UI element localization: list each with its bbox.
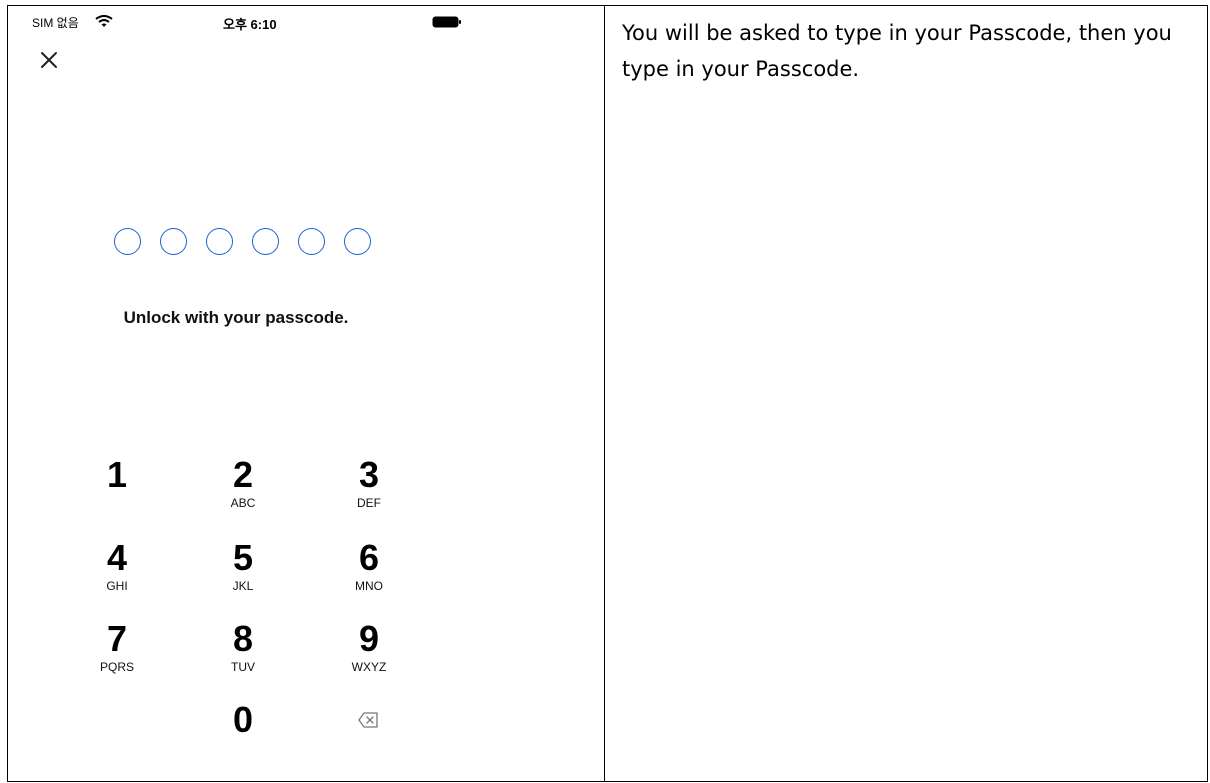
key-digit: 7: [106, 618, 128, 659]
keypad-key-1[interactable]: 1: [77, 455, 157, 519]
carrier-label: SIM 없음: [32, 16, 79, 30]
keypad-key-4[interactable]: 4 GHI: [77, 538, 157, 602]
keypad-key-5[interactable]: 5 JKL: [203, 538, 283, 602]
key-digit: 6: [358, 537, 380, 578]
key-digit: 1: [106, 454, 128, 495]
passcode-dot: [344, 228, 371, 255]
passcode-dot: [206, 228, 233, 255]
key-letters: MNO: [355, 579, 383, 593]
wifi-icon: [95, 15, 113, 27]
key-digit: 5: [232, 537, 254, 578]
key-letters: TUV: [231, 660, 255, 674]
keypad-key-3[interactable]: 3 DEF: [329, 455, 409, 519]
explanation-text: You will be asked to type in your Passco…: [622, 21, 1172, 81]
passcode-dots: [114, 228, 384, 258]
key-digit: 3: [358, 454, 380, 495]
keypad-key-0[interactable]: 0: [203, 700, 283, 764]
key-digit: 2: [232, 454, 254, 495]
key-letters: WXYZ: [351, 660, 387, 674]
keypad-key-6[interactable]: 6 MNO: [329, 538, 409, 602]
passcode-dot: [252, 228, 279, 255]
passcode-prompt: Unlock with your passcode.: [123, 308, 349, 327]
table-column-divider: [604, 5, 605, 782]
key-digit: 8: [232, 618, 254, 659]
key-digit: 0: [232, 699, 254, 740]
key-letters: ABC: [230, 496, 256, 510]
keypad-key-9[interactable]: 9 WXYZ: [329, 619, 409, 683]
passcode-dot: [114, 228, 141, 255]
passcode-dot: [160, 228, 187, 255]
keypad-key-7[interactable]: 7 PQRS: [77, 619, 157, 683]
close-icon[interactable]: [38, 49, 60, 71]
key-letters: PQRS: [99, 660, 134, 674]
backspace-icon[interactable]: [358, 712, 378, 728]
phone-screenshot: SIM 없음 오후 6:10 Unlock with your passcode…: [8, 6, 604, 781]
status-bar: SIM 없음 오후 6:10: [8, 6, 604, 34]
keypad-key-2[interactable]: 2 ABC: [203, 455, 283, 519]
status-time: 오후 6:10: [223, 17, 277, 32]
key-letters: JKL: [232, 579, 254, 593]
passcode-dot: [298, 228, 325, 255]
keypad-key-8[interactable]: 8 TUV: [203, 619, 283, 683]
key-letters: GHI: [106, 579, 128, 593]
key-digit: 4: [106, 537, 128, 578]
key-digit: 9: [358, 618, 380, 659]
battery-icon: [432, 16, 461, 28]
key-letters: DEF: [357, 496, 381, 510]
